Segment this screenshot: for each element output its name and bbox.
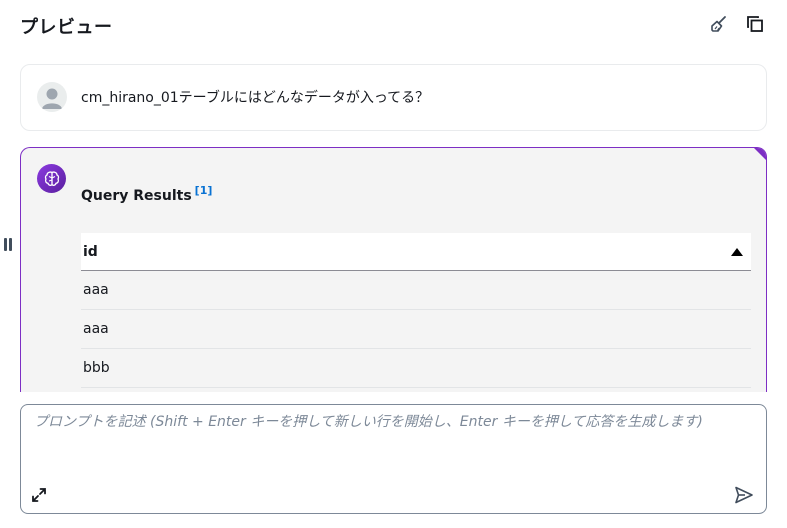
ai-message: Query Results [1] id aaa aaa bbb: [20, 147, 767, 392]
copy-button[interactable]: [745, 14, 765, 34]
resize-handle[interactable]: [4, 238, 14, 252]
user-message: cm_hirano_01テーブルにはどんなデータが入ってる？: [20, 64, 767, 131]
user-message-text: cm_hirano_01テーブルにはどんなデータが入ってる？: [81, 90, 430, 106]
citation-link[interactable]: [1]: [195, 184, 213, 197]
column-header-label: id: [83, 243, 98, 260]
header-actions: [709, 14, 765, 34]
send-icon: [735, 486, 753, 504]
expand-button[interactable]: [31, 487, 47, 503]
sort-ascending-icon[interactable]: [731, 247, 743, 256]
table-row: aaa: [81, 271, 751, 310]
query-results-title: Query Results: [81, 188, 192, 204]
table-row: bbb: [81, 349, 751, 388]
copy-icon: [747, 16, 763, 32]
column-header-id[interactable]: id: [81, 233, 751, 271]
prompt-box: [20, 404, 767, 514]
expand-icon: [32, 488, 46, 502]
results-table: id aaa aaa bbb: [81, 233, 751, 388]
ai-brain-icon: [37, 164, 66, 193]
user-avatar-icon: [37, 82, 67, 112]
table-row: aaa: [81, 310, 751, 349]
clear-chat-button[interactable]: [709, 14, 729, 34]
broom-icon: [711, 16, 726, 32]
query-results-heading: Query Results [1]: [81, 184, 212, 204]
ai-corner-marker: [753, 148, 766, 161]
prompt-input[interactable]: [21, 405, 766, 485]
page-title: プレビュー: [20, 17, 113, 38]
send-button[interactable]: [734, 485, 754, 505]
